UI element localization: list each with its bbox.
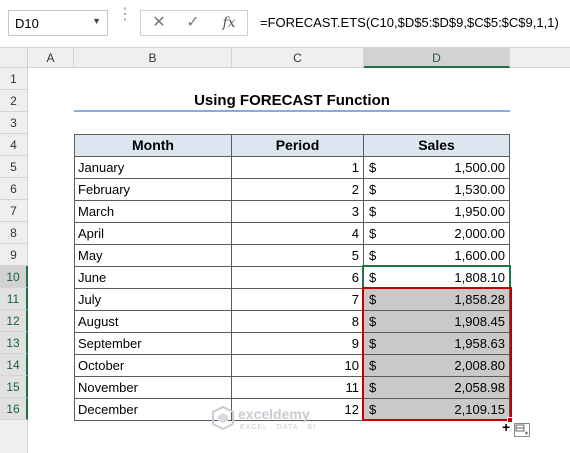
row-header-blank (0, 420, 28, 453)
header-period[interactable]: Period (231, 134, 364, 157)
period-cell[interactable]: 5 (231, 244, 364, 267)
row-header-12[interactable]: 12 (0, 310, 28, 332)
formula-text: =FORECAST.ETS(C10,$D$5:$D$9,$C$5:$C$9,1,… (260, 15, 559, 30)
month-cell[interactable]: February (74, 178, 232, 201)
period-cell[interactable]: 8 (231, 310, 364, 333)
sales-cell[interactable]: 1,950.00 (363, 200, 510, 223)
currency-symbol: $ (369, 160, 377, 175)
month-cell[interactable]: April (74, 222, 232, 245)
period-cell[interactable]: 9 (231, 332, 364, 355)
row-header-3[interactable]: 3 (0, 112, 28, 134)
column-header-c[interactable]: C (232, 48, 364, 68)
cursor-plus-icon: + (502, 419, 511, 435)
month-cell[interactable]: August (74, 310, 232, 333)
chevron-down-icon[interactable]: ▼ (92, 16, 101, 26)
column-header-b[interactable]: B (74, 48, 232, 68)
period-cell[interactable]: 7 (231, 288, 364, 311)
period-cell[interactable]: 10 (231, 354, 364, 377)
row-header-13[interactable]: 13 (0, 332, 28, 354)
row-header-16[interactable]: 16 (0, 398, 28, 420)
sales-cell[interactable]: 2,000.00 (363, 222, 510, 245)
sales-cell[interactable]: 1,530.00 (363, 178, 510, 201)
currency-symbol: $ (369, 182, 377, 197)
insert-function-icon[interactable]: fx (217, 13, 241, 33)
worksheet-grid[interactable]: A B C D 1 2 3 4 5 6 7 8 9 10 11 12 13 14… (0, 48, 570, 453)
currency-symbol: $ (369, 204, 377, 219)
column-header-blank (510, 48, 570, 68)
row-header-15[interactable]: 15 (0, 376, 28, 398)
exceldemy-watermark: exceldemy EXCEL · DATA · BI (212, 404, 372, 434)
column-header-a[interactable]: A (28, 48, 74, 68)
month-cell[interactable]: March (74, 200, 232, 223)
row-header-2[interactable]: 2 (0, 90, 28, 112)
name-box-value: D10 (15, 16, 39, 31)
select-all-corner[interactable] (0, 48, 28, 68)
name-box[interactable]: D10 ▼ (8, 10, 108, 36)
formula-bar: D10 ▼ ⋮ ✕ ✓ fx =FORECAST.ETS(C10,$D$5:$D… (0, 0, 570, 48)
month-cell[interactable]: July (74, 288, 232, 311)
row-header-6[interactable]: 6 (0, 178, 28, 200)
row-header-7[interactable]: 7 (0, 200, 28, 222)
period-cell[interactable]: 6 (231, 266, 364, 289)
watermark-name: exceldemy (238, 406, 310, 422)
period-cell[interactable]: 3 (231, 200, 364, 223)
formula-buttons: ✕ ✓ fx (140, 10, 248, 36)
period-cell[interactable]: 2 (231, 178, 364, 201)
formula-input[interactable]: =FORECAST.ETS(C10,$D$5:$D$9,$C$5:$C$9,1,… (256, 10, 562, 36)
watermark-tagline: EXCEL · DATA · BI (240, 424, 316, 431)
month-cell[interactable]: December (74, 398, 232, 421)
forecast-selection-border[interactable] (362, 287, 512, 421)
sheet-title[interactable]: Using FORECAST Function (74, 90, 510, 112)
period-cell[interactable]: 4 (231, 222, 364, 245)
month-cell[interactable]: November (74, 376, 232, 399)
row-header-14[interactable]: 14 (0, 354, 28, 376)
month-cell[interactable]: September (74, 332, 232, 355)
active-cell-border (362, 265, 511, 289)
exceldemy-logo-icon (212, 406, 234, 430)
enter-icon[interactable]: ✓ (181, 13, 205, 33)
row-header-10[interactable]: 10 (0, 266, 28, 288)
sales-cell[interactable]: 1,500.00 (363, 156, 510, 179)
currency-symbol: $ (369, 248, 377, 263)
row-header-4[interactable]: 4 (0, 134, 28, 156)
row-header-11[interactable]: 11 (0, 288, 28, 310)
period-cell[interactable]: 1 (231, 156, 364, 179)
row-header-5[interactable]: 5 (0, 156, 28, 178)
currency-symbol: $ (369, 226, 377, 241)
cancel-icon[interactable]: ✕ (147, 13, 171, 33)
period-cell[interactable]: 11 (231, 376, 364, 399)
quick-analysis-icon[interactable] (514, 423, 530, 437)
month-cell[interactable]: June (74, 266, 232, 289)
title-underline (74, 110, 510, 112)
header-month[interactable]: Month (74, 134, 232, 157)
drag-handle-icon[interactable]: ⋮ (117, 7, 133, 34)
month-cell[interactable]: May (74, 244, 232, 267)
month-cell[interactable]: October (74, 354, 232, 377)
sales-cell[interactable]: 1,600.00 (363, 244, 510, 267)
month-cell[interactable]: January (74, 156, 232, 179)
row-header-1[interactable]: 1 (0, 68, 28, 90)
column-header-d[interactable]: D (364, 48, 510, 68)
row-header-8[interactable]: 8 (0, 222, 28, 244)
row-header-9[interactable]: 9 (0, 244, 28, 266)
header-sales[interactable]: Sales (363, 134, 510, 157)
